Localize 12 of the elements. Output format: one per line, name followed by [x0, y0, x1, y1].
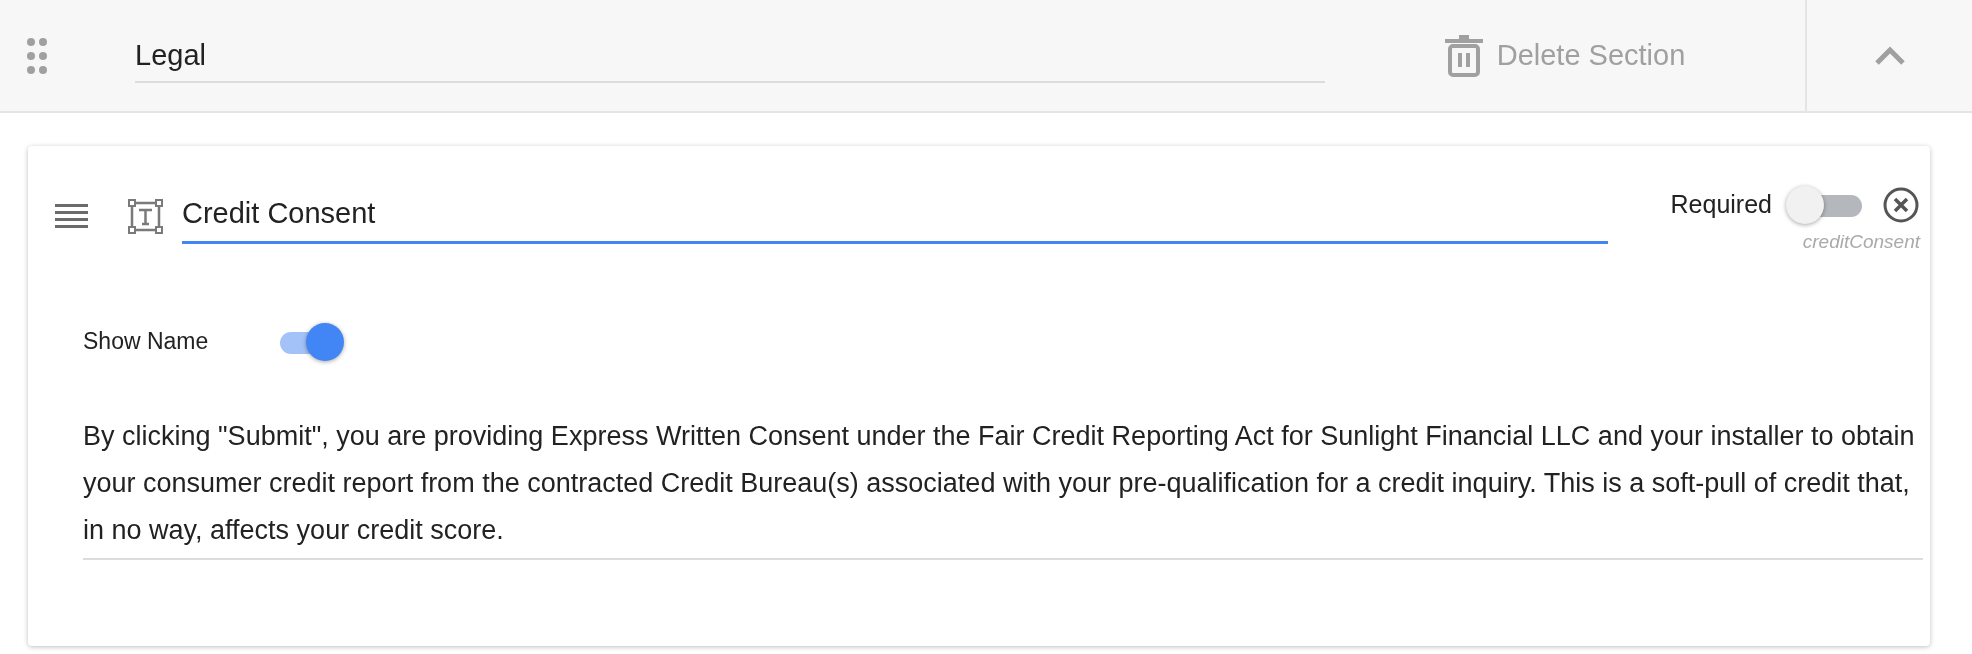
show-name-label: Show Name	[83, 327, 210, 357]
text-field-icon	[128, 199, 163, 234]
menu-icon[interactable]	[55, 204, 88, 228]
section-title-field[interactable]: Legal	[135, 31, 1325, 83]
field-title-input[interactable]: Credit Consent	[182, 186, 1608, 244]
field-key-label: creditConsent	[1802, 230, 1920, 254]
close-icon[interactable]	[1882, 186, 1920, 224]
trash-icon	[1444, 34, 1483, 77]
required-label: Required	[1670, 189, 1772, 221]
chevron-up-icon	[1873, 45, 1906, 66]
drag-handle-icon[interactable]	[27, 37, 47, 74]
consent-text-field[interactable]: By clicking "Submit", you are providing Express Written Consent under the Fair Credit Reporting Act for Sunlight Financial LLC and your installer to obtain your consumer credit report from the contracted Credit Bureau(s) associated with your pre-qualification for a credit inquiry. This is a soft-pull of credit that, in no way, affects your credit score.	[83, 412, 1923, 560]
